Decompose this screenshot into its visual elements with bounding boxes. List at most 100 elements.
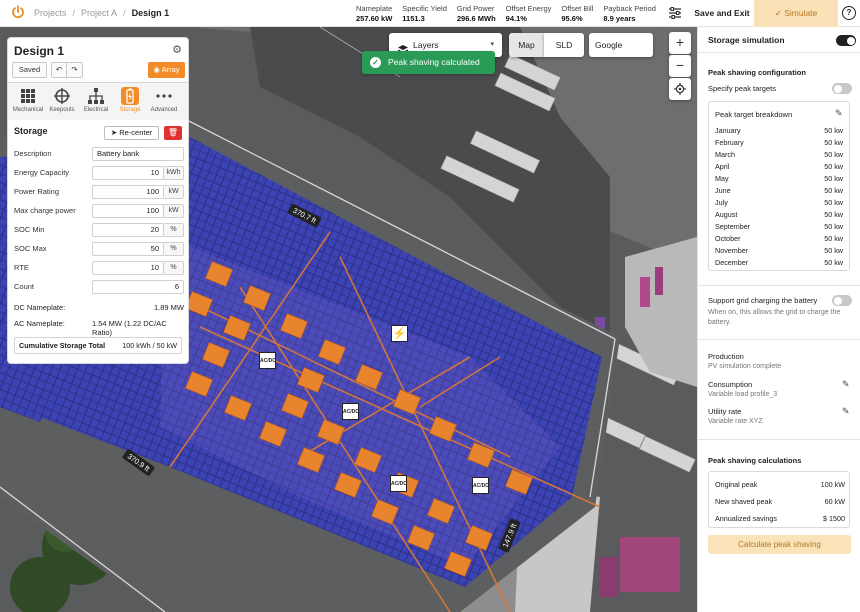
max-charge-power-input[interactable]: 100	[92, 204, 164, 218]
tab-electrical[interactable]: Electrical	[79, 83, 113, 120]
metric-value: 1151.3	[402, 14, 425, 23]
field-label: Power Rating	[14, 187, 60, 196]
month-value: 50 kw	[824, 210, 843, 219]
breadcrumb-separator: /	[72, 8, 76, 18]
tab-mechanical[interactable]: Mechanical	[11, 83, 45, 120]
field-unit: kW	[164, 185, 184, 199]
utility-rate-label: Utility rate	[708, 407, 742, 416]
ac-nameplate-label: AC Nameplate:	[14, 319, 65, 328]
zoom-in-button[interactable]: +	[669, 32, 691, 54]
locate-icon[interactable]	[669, 78, 691, 100]
rte-input[interactable]: 10	[92, 261, 164, 275]
calculate-peak-shaving-button[interactable]: Calculate peak shaving	[708, 535, 851, 554]
breadcrumb-projects[interactable]: Projects	[34, 8, 67, 18]
calc-label: New shaved peak	[715, 497, 773, 506]
breakdown-title: Peak target breakdown	[715, 110, 793, 119]
storage-simulation-toggle[interactable]	[836, 35, 856, 46]
support-grid-toggle[interactable]	[832, 295, 852, 306]
tab-storage[interactable]: Storage	[113, 83, 147, 120]
ac-nameplate-value: 1.54 MW (1.22 DC/AC Ratio)	[92, 319, 167, 337]
layers-label: Layers	[413, 40, 439, 50]
power-rating-input[interactable]: 100	[92, 185, 164, 199]
settings-sliders-icon[interactable]	[668, 7, 682, 19]
toggle-knob	[833, 84, 842, 93]
metric-specific-yield: Specific Yield 1151.3	[402, 4, 447, 24]
breadcrumb-project[interactable]: Project A	[81, 8, 117, 18]
field-max-charge-power: Max charge power 100 kW	[14, 204, 184, 218]
soc-min-input[interactable]: 20	[92, 223, 164, 237]
month-name: July	[715, 198, 728, 207]
metric-label: Grid Power	[456, 4, 495, 13]
inverter-marker[interactable]: AC/DC	[259, 352, 276, 369]
soc-max-input[interactable]: 50	[92, 242, 164, 256]
inverter-marker[interactable]: AC/DC	[472, 477, 489, 494]
field-unit: %	[164, 223, 184, 237]
lightning-marker-icon[interactable]: ⚡	[391, 325, 408, 342]
recenter-label: Re-center	[119, 128, 153, 137]
support-grid-label: Support grid charging the battery	[708, 296, 818, 305]
battery-icon	[121, 87, 139, 105]
month-name: March	[715, 150, 735, 159]
field-energy-capacity: Energy Capacity 10 kWh	[14, 166, 184, 180]
metric-value: 8.9 years	[603, 14, 636, 23]
pencil-edit-icon[interactable]: ✎	[842, 379, 852, 389]
cumulative-value: 100 kWh / 50 kW	[122, 341, 177, 350]
pencil-edit-icon[interactable]: ✎	[835, 108, 845, 118]
sidebar-header: Storage simulation	[698, 27, 860, 53]
calc-value: 100 kW	[820, 480, 845, 489]
metric-label: Specific Yield	[402, 4, 447, 13]
description-input[interactable]: Battery bank	[92, 147, 184, 161]
storage-form: Storage ➤ Re-center 🗑 Description Batter…	[7, 120, 189, 364]
inverter-marker[interactable]: AC/DC	[342, 403, 359, 420]
inverter-marker[interactable]: AC/DC	[390, 475, 407, 492]
recenter-button[interactable]: ➤ Re-center	[104, 126, 159, 140]
toast-message: Peak shaving calculated	[388, 57, 480, 67]
check-circle-icon: ✓	[370, 57, 381, 68]
month-value: 50 kw	[824, 126, 843, 135]
delete-trash-icon[interactable]: 🗑	[164, 126, 182, 140]
field-soc-min: SOC Min 20 %	[14, 223, 184, 237]
breadcrumb-design: Design 1	[131, 8, 170, 18]
tab-label: Mechanical	[12, 107, 44, 113]
array-button[interactable]: ◉ Array	[148, 62, 185, 78]
crosshair-icon	[53, 87, 71, 105]
saved-button[interactable]: Saved	[12, 62, 47, 78]
sld-view-button[interactable]: SLD	[544, 33, 584, 57]
design-toolbar: Saved ↶ ↷	[12, 62, 83, 78]
save-and-exit-button[interactable]: Save and Exit	[690, 0, 754, 27]
peak-target-breakdown: Peak target breakdown ✎ January 50 kw Feb…	[708, 101, 850, 271]
month-value: 50 kw	[824, 138, 843, 147]
divider	[698, 439, 860, 440]
map-view-button[interactable]: Map	[509, 33, 544, 57]
design-title: Design 1	[14, 44, 65, 58]
support-grid-description: battery.	[708, 319, 731, 326]
month-name: January	[715, 126, 741, 135]
month-value: 50 kw	[824, 162, 843, 171]
cumulative-label: Cumulative Storage Total	[19, 341, 106, 350]
tab-keepouts[interactable]: Keepouts	[45, 83, 79, 120]
field-rte: RTE 10 %	[14, 261, 184, 275]
simulate-button[interactable]: ✓ Simulate	[754, 0, 838, 27]
power-logo-icon[interactable]	[11, 5, 27, 21]
metric-payback-period: Payback Period 8.9 years	[603, 4, 656, 24]
field-unit: %	[164, 242, 184, 256]
field-unit: kW	[164, 204, 184, 218]
count-input[interactable]: 6	[92, 280, 184, 294]
zoom-out-button[interactable]: −	[669, 55, 691, 77]
gear-icon[interactable]: ⚙	[172, 43, 182, 56]
month-name: December	[715, 258, 749, 267]
pencil-edit-icon[interactable]: ✎	[842, 406, 852, 416]
tab-advanced[interactable]: Advanced	[147, 83, 181, 120]
google-source-button[interactable]: Google	[589, 33, 653, 57]
undo-icon[interactable]: ↶	[51, 62, 67, 78]
specify-targets-toggle[interactable]	[832, 83, 852, 94]
help-icon[interactable]: ?	[842, 6, 856, 20]
tab-label: Keepouts	[49, 107, 75, 113]
month-value: 50 kw	[824, 222, 843, 231]
metrics-bar: Nameplate 257.60 kW Specific Yield 1151.3 …	[356, 4, 666, 24]
production-label: Production	[708, 352, 744, 361]
redo-icon[interactable]: ↷	[67, 62, 83, 78]
breadcrumb-separator: /	[123, 8, 126, 18]
energy-capacity-input[interactable]: 10	[92, 166, 164, 180]
month-value: 50 kw	[824, 198, 843, 207]
